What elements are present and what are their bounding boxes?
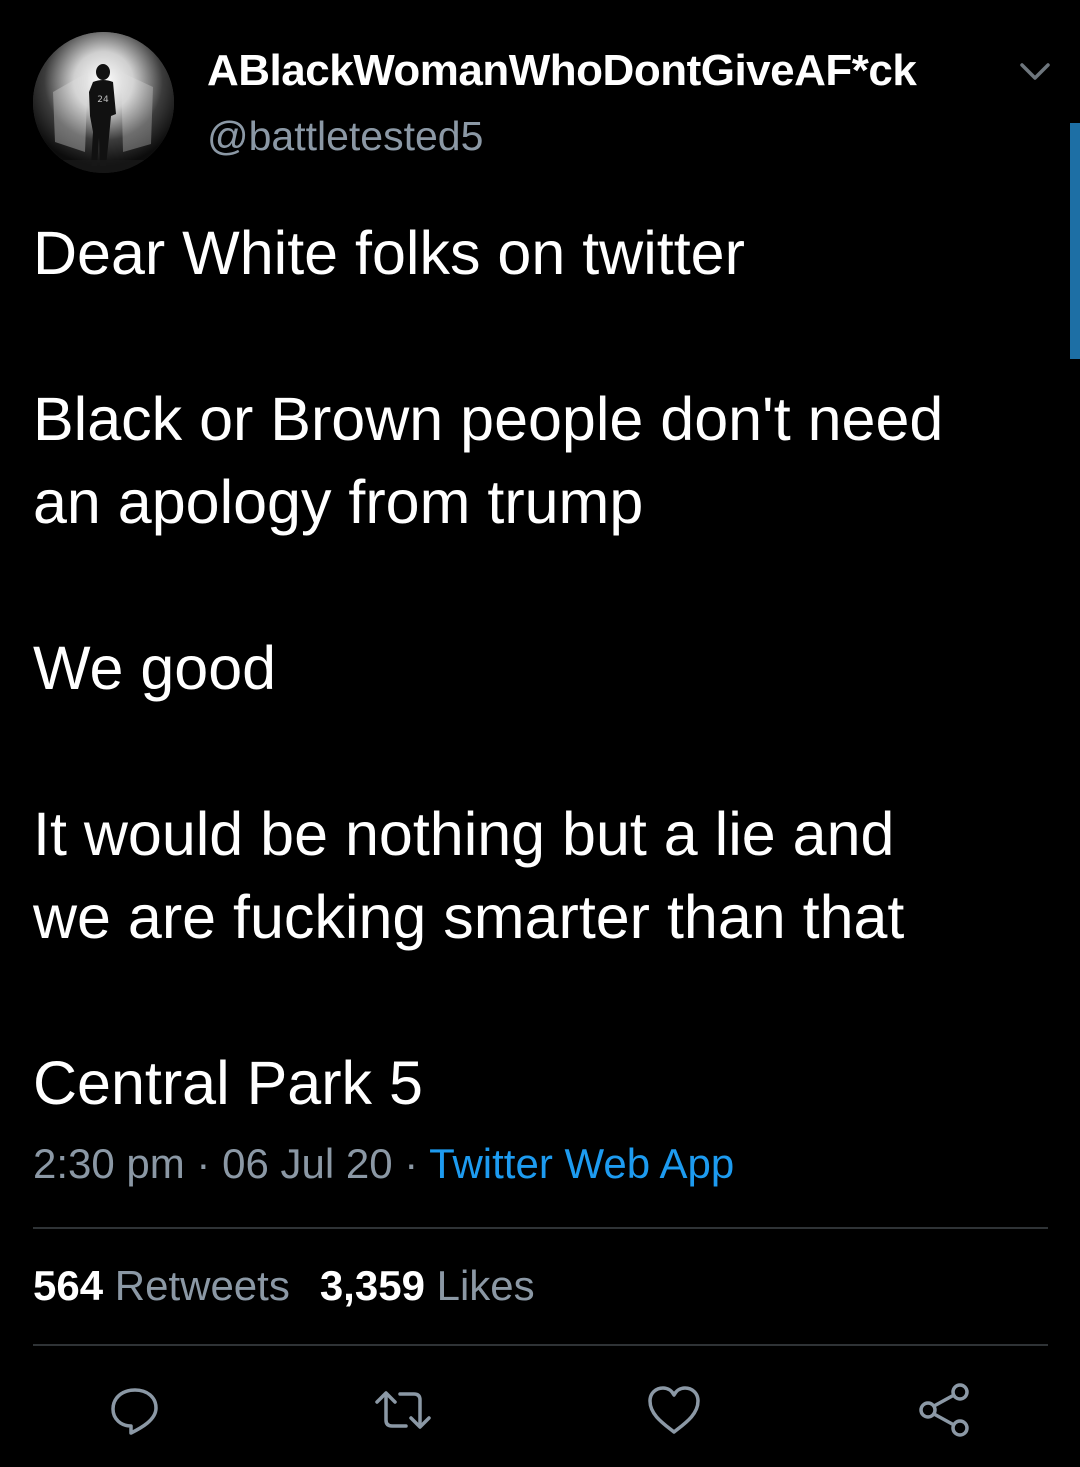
reply-icon[interactable]	[105, 1380, 165, 1440]
likes-label: Likes	[436, 1262, 535, 1309]
tweet-date[interactable]: 06 Jul 20	[222, 1140, 392, 1187]
tweet-time[interactable]: 2:30 pm	[33, 1140, 185, 1187]
retweets-stat[interactable]: 564 Retweets	[33, 1262, 290, 1310]
share-icon[interactable]	[914, 1380, 974, 1440]
tweet-source-link[interactable]: Twitter Web App	[429, 1140, 734, 1187]
likes-stat[interactable]: 3,359 Likes	[320, 1262, 535, 1310]
meta-separator: ·	[392, 1140, 430, 1187]
avatar[interactable]: 24	[33, 32, 174, 173]
tweet-paragraph: Central Park 5	[33, 1049, 423, 1117]
retweets-count: 564	[33, 1262, 104, 1309]
scroll-indicator[interactable]	[1070, 123, 1080, 359]
author-handle[interactable]: @battletested5	[207, 113, 483, 160]
tweet-text: Dear White folks on twitter Black or Bro…	[33, 212, 1043, 1125]
author-display-name[interactable]: ABlackWomanWhoDontGiveAF*ck	[207, 46, 917, 96]
divider	[33, 1344, 1048, 1346]
meta-separator: ·	[184, 1140, 223, 1187]
svg-text:24: 24	[97, 95, 109, 105]
likes-count: 3,359	[319, 1262, 425, 1309]
retweet-icon[interactable]	[373, 1380, 433, 1440]
divider	[33, 1227, 1048, 1229]
tweet-paragraph: We good	[33, 634, 277, 702]
tweet-stats: 564 Retweets 3,359 Likes	[33, 1262, 535, 1310]
profile-photo-icon: 24	[33, 32, 174, 173]
like-icon[interactable]	[644, 1380, 704, 1440]
tweet-paragraph: Dear White folks on twitter	[33, 219, 745, 287]
tweet-meta: 2:30 pm · 06 Jul 20 · Twitter Web App	[33, 1140, 734, 1188]
retweets-label: Retweets	[114, 1262, 290, 1309]
chevron-down-icon[interactable]	[1016, 56, 1054, 86]
tweet-paragraph: It would be nothing but a lie and we are…	[33, 800, 905, 951]
tweet-paragraph: Black or Brown people don't need an apol…	[33, 385, 944, 536]
